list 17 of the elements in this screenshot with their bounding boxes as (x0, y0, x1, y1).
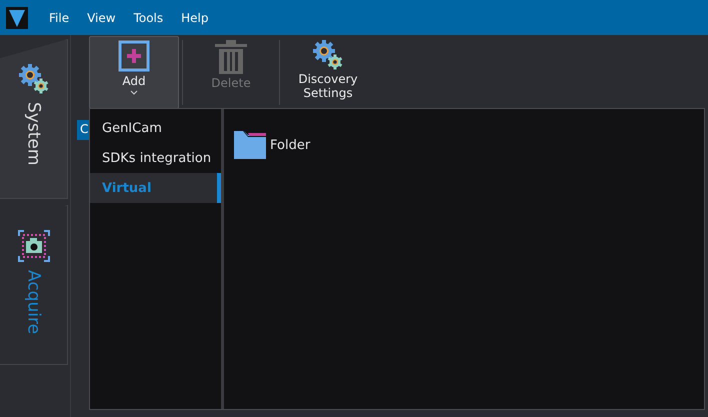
menu-item[interactable]: Tools (124, 6, 172, 28)
category-item[interactable]: SDKs integration (90, 143, 221, 173)
logo-icon (6, 6, 28, 28)
menu-item[interactable]: File (40, 6, 78, 28)
camera-icon (18, 230, 50, 262)
menu-item[interactable]: Help (172, 6, 218, 28)
side-tab[interactable]: System (0, 39, 68, 199)
folder-icon (234, 131, 266, 159)
gears-icon (313, 40, 343, 70)
side-tab[interactable]: Acquire (0, 205, 68, 365)
trash-icon (215, 40, 247, 74)
gears-icon (18, 64, 48, 94)
add-icon (118, 40, 150, 72)
category-item[interactable]: Virtual (90, 173, 221, 203)
menu-item[interactable]: View (78, 6, 125, 28)
add-button[interactable]: Add (89, 36, 179, 109)
folder-item[interactable]: Folder (234, 131, 310, 159)
